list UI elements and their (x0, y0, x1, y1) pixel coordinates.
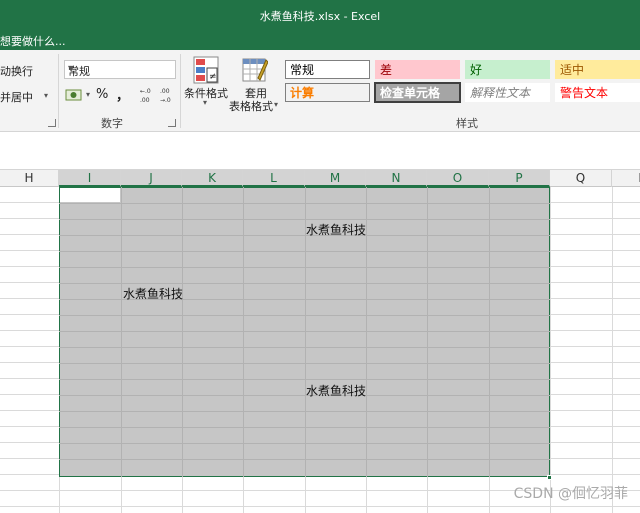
style-label: 好 (470, 63, 483, 77)
number-dialog-launcher-icon[interactable] (168, 119, 176, 127)
style-neutral[interactable]: 适中 (555, 60, 640, 79)
svg-text:.00: .00 (140, 97, 150, 104)
column-header-K[interactable]: K (182, 170, 243, 187)
merge-center-button[interactable]: 并居中 (0, 89, 33, 105)
style-warning[interactable]: 警告文本 (555, 83, 640, 102)
cell-J7[interactable]: 水煮鱼科技 (123, 285, 183, 302)
format-as-table-dropdown-icon[interactable]: ▾ (274, 100, 278, 109)
style-calculation[interactable]: 计算 (285, 83, 370, 102)
selected-range[interactable] (59, 187, 550, 477)
style-label: 计算 (290, 86, 315, 100)
style-label: 解释性文本 (470, 86, 531, 100)
column-header-L[interactable]: L (243, 170, 305, 187)
column-header-I[interactable]: I (59, 170, 121, 187)
svg-text:.00: .00 (160, 88, 170, 95)
watermark: CSDN @佪忆羽菲 (513, 486, 628, 502)
chevron-down-icon: ▼ (68, 64, 75, 73)
svg-text:≠: ≠ (209, 72, 217, 82)
number-group-label: 数字 (101, 117, 123, 130)
style-label: 警告文本 (560, 86, 609, 100)
format-as-table-icon[interactable] (242, 56, 269, 84)
decrease-decimal-icon[interactable]: .00 →.0 (160, 86, 176, 104)
column-header-R[interactable]: R (612, 170, 640, 187)
ribbon-separator (180, 54, 181, 128)
percent-style-button[interactable]: % (96, 87, 108, 102)
column-header-M[interactable]: M (305, 170, 366, 187)
svg-text:←.0: ←.0 (140, 88, 151, 95)
style-good[interactable]: 好 (465, 60, 550, 79)
format-as-table-button[interactable]: 表格格式 (229, 98, 273, 114)
style-label: 检查单元格 (380, 86, 441, 100)
cell-M3[interactable]: 水煮鱼科技 (306, 221, 366, 238)
style-bad[interactable]: 差 (375, 60, 460, 79)
column-header-H[interactable]: H (0, 170, 59, 187)
increase-decimal-icon[interactable]: ←.0 .00 (140, 86, 156, 104)
style-check-cell[interactable]: 检查单元格 (374, 82, 461, 103)
styles-group-label: 样式 (456, 117, 478, 130)
style-explanatory[interactable]: 解释性文本 (465, 83, 550, 102)
column-header-row: H I J K L M N O P Q R (0, 170, 640, 187)
style-label: 常规 (290, 63, 315, 77)
selection-grid-lines (59, 187, 550, 477)
ribbon: 动换行 并居中 ▾ 常规 ▼ ▾ % ， ←.0 .00 .00 →.0 数字 … (0, 50, 640, 132)
alignment-dialog-launcher-icon[interactable] (48, 119, 56, 127)
style-normal[interactable]: 常规 (285, 60, 370, 79)
tell-me-bar: 想要做什么... (0, 30, 640, 50)
worksheet-grid[interactable]: 水煮鱼科技 水煮鱼科技 水煮鱼科技 (0, 187, 640, 513)
title-bar: 水煮鱼科技.xlsx - Excel (0, 0, 640, 30)
column-header-J[interactable]: J (121, 170, 182, 187)
formula-bar-area (0, 133, 640, 170)
style-label: 差 (380, 63, 393, 77)
excel-window: 水煮鱼科技.xlsx - Excel 想要做什么... 动换行 并居中 ▾ 常规… (0, 0, 640, 513)
conditional-format-icon[interactable]: ≠ (193, 56, 219, 84)
style-label: 适中 (560, 63, 585, 77)
fill-handle[interactable] (547, 475, 552, 480)
cell-M13[interactable]: 水煮鱼科技 (306, 382, 366, 399)
column-header-O[interactable]: O (427, 170, 489, 187)
currency-format-icon[interactable] (65, 87, 85, 103)
merge-dropdown-icon[interactable]: ▾ (44, 91, 48, 100)
conditional-format-dropdown-icon[interactable]: ▾ (203, 98, 207, 107)
wrap-text-button[interactable]: 动换行 (0, 63, 33, 79)
currency-dropdown-icon[interactable]: ▾ (86, 90, 90, 99)
column-header-N[interactable]: N (366, 170, 427, 187)
comma-style-button[interactable]: ， (116, 85, 129, 104)
svg-text:→.0: →.0 (160, 97, 171, 104)
number-format-select[interactable]: 常规 ▼ (64, 60, 176, 79)
window-title: 水煮鱼科技.xlsx - Excel (259, 10, 381, 23)
column-header-Q[interactable]: Q (550, 170, 612, 187)
column-header-P[interactable]: P (489, 170, 550, 187)
active-cell[interactable] (60, 188, 120, 202)
ribbon-separator (58, 54, 59, 128)
tell-me-input[interactable]: 想要做什么... (0, 33, 66, 49)
